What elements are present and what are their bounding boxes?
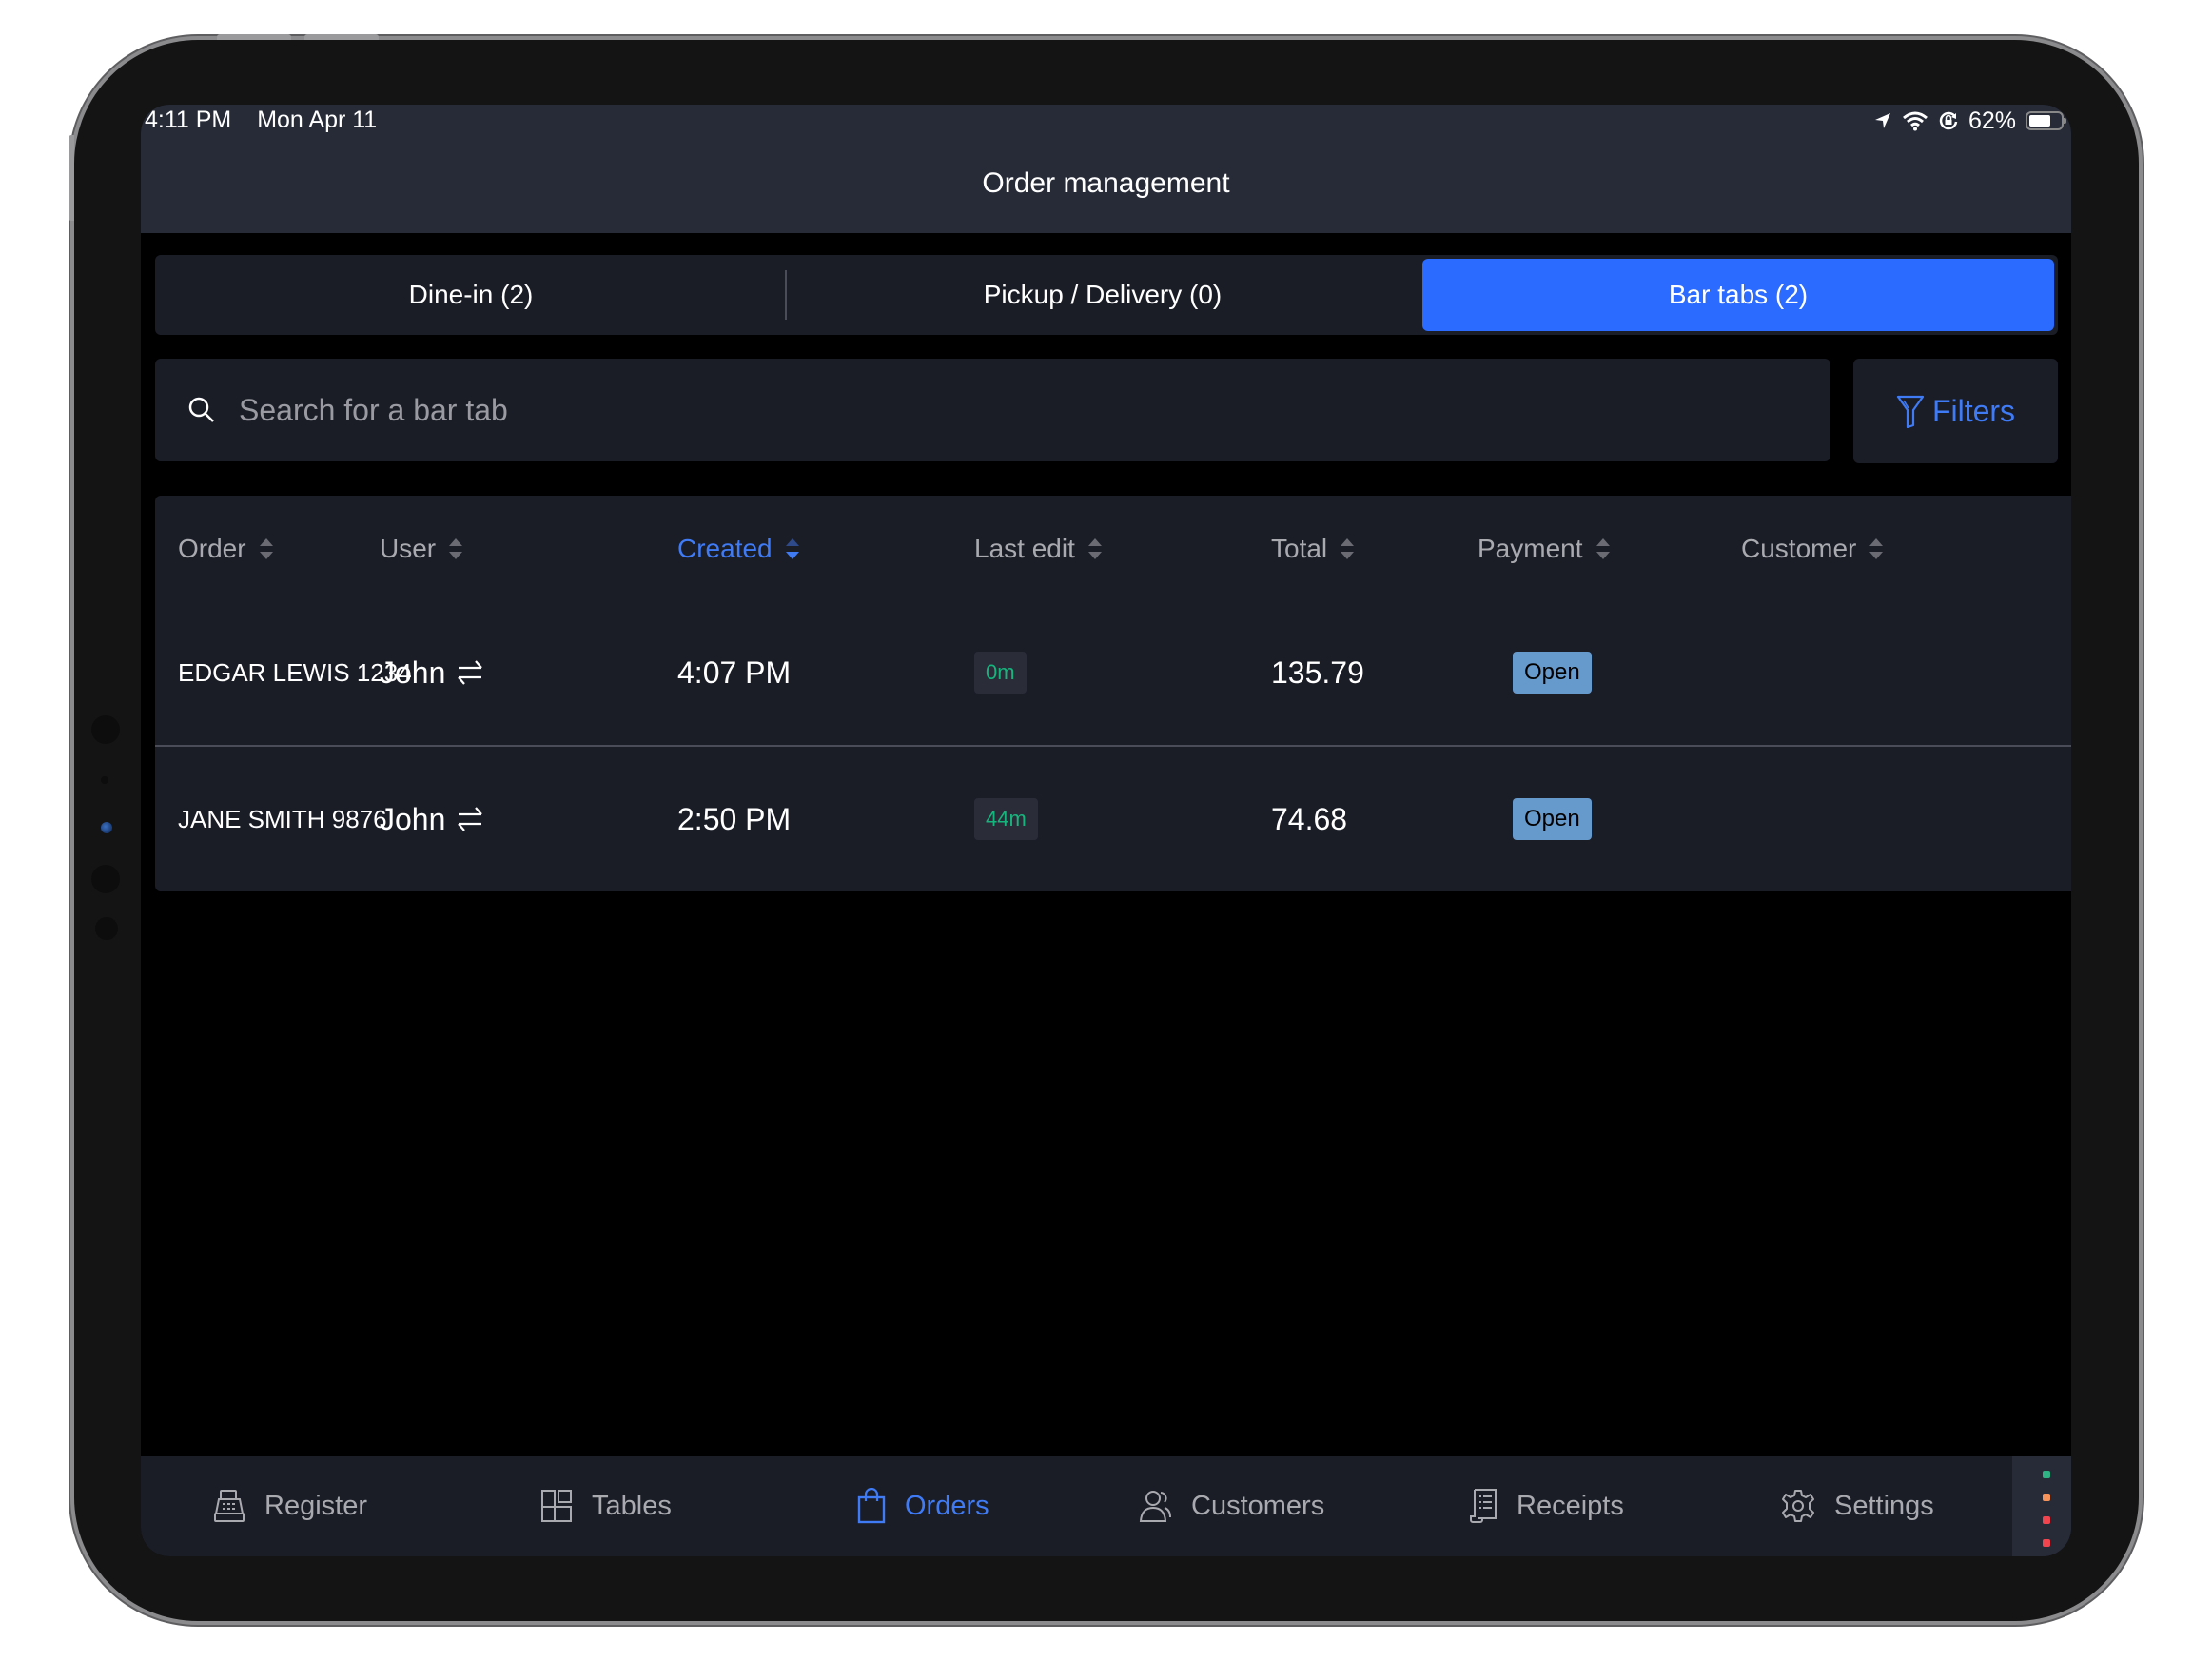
nav-receipts[interactable]: Receipts [1469,1456,1624,1556]
sort-descending-icon [785,538,799,559]
created-time: 2:50 PM [677,801,792,836]
nav-label: Receipts [1517,1490,1624,1521]
sort-icon [1087,538,1102,559]
column-label: Last edit [974,534,1075,563]
order-total: 74.68 [1271,801,1348,836]
nav-label: Settings [1834,1490,1934,1521]
status-indicator-green [2043,1471,2050,1478]
sort-icon [1341,538,1355,559]
sensor [95,917,118,940]
search-icon [188,397,214,422]
page-title: Order management [982,167,1230,199]
funnel-icon [1896,395,1925,428]
filters-button[interactable]: Filters [1853,359,2058,463]
sensor [91,715,120,744]
user-cell: John [380,600,485,745]
sensor [91,865,120,893]
table-row[interactable]: JANE SMITH 9876 John 2:50 PM 44m 74.68 O… [155,747,2071,891]
created-time: 4:07 PM [677,655,792,690]
column-header-payment[interactable]: Payment [1478,534,1610,564]
status-indicator-red [2043,1539,2050,1547]
location-arrow-icon [1874,113,1890,128]
payment-cell: Open [1513,747,1592,891]
nav-label: Orders [905,1490,989,1521]
top-button-1 [217,34,291,40]
order-total: 135.79 [1271,655,1364,690]
column-label: Payment [1478,534,1583,563]
payment-status-badge: Open [1513,798,1592,840]
bottom-navigation: Register Tables Orders Customers Receipt… [141,1456,2071,1556]
column-header-created[interactable]: Created [677,534,799,564]
rotation-lock-icon [1939,111,1958,130]
column-header-customer[interactable]: Customer [1741,534,1884,564]
nav-label: Customers [1191,1490,1325,1521]
last-edit-badge: 0m [974,652,1027,694]
user-name: John [380,801,446,836]
nav-customers[interactable]: Customers [1138,1456,1324,1556]
status-indicator-red [2043,1516,2050,1524]
tab-bar-tabs[interactable]: Bar tabs (2) [1422,259,2054,331]
column-header-last-edit[interactable]: Last edit [974,534,1102,564]
sort-icon [1869,538,1884,559]
column-header-order[interactable]: Order [178,534,273,564]
status-date: Mon Apr 11 [257,107,378,133]
table-row[interactable]: EDGAR LEWIS 1234 John 4:07 PM 0m 135.79 … [155,600,2071,747]
status-bar-right: 62% [1873,107,2066,135]
sort-icon [449,538,463,559]
column-header-total[interactable]: Total [1271,534,1355,564]
app-header: 4:11 PM Mon Apr 11 62% Order management [141,105,2071,233]
tables-grid-icon [541,1490,572,1522]
filters-label: Filters [1931,393,2016,428]
nav-register[interactable]: Register [213,1456,367,1556]
last-edit-cell: 0m [974,600,1027,745]
status-indicator-strip [2012,1456,2071,1556]
user-name: John [380,655,446,690]
search-input[interactable] [237,391,1668,429]
sensor [101,776,108,784]
nav-label: Tables [592,1490,672,1521]
battery-percent: 62% [1967,107,2016,134]
order-name: EDGAR LEWIS 1234 [178,657,412,687]
front-camera [101,822,112,833]
payment-status-badge: Open [1513,652,1592,694]
receipt-icon [1470,1489,1497,1523]
order-type-tabs: Dine-in (2) Pickup / Delivery (0) Bar ta… [155,255,2058,335]
nav-orders[interactable]: Orders [857,1456,989,1556]
tab-dine-in[interactable]: Dine-in (2) [155,255,787,335]
status-bar-left: 4:11 PM Mon Apr 11 [145,105,377,135]
sort-icon [259,538,273,559]
gear-icon [1782,1490,1814,1522]
column-label: Order [178,534,246,563]
bar-tabs-table: Order User Created Last edit Total Payme… [155,496,2071,891]
side-button [69,135,74,221]
battery-icon [2026,111,2066,130]
column-label: Total [1271,534,1328,563]
screen: 4:11 PM Mon Apr 11 62% Order management … [141,105,2071,1556]
customers-icon [1139,1491,1171,1522]
transfer-icon[interactable] [455,657,485,688]
column-label: User [380,534,437,563]
order-name: JANE SMITH 9876 [178,804,387,833]
table-header: Order User Created Last edit Total Payme… [155,496,2071,610]
nav-settings[interactable]: Settings [1781,1456,1934,1556]
search-bar [155,359,1830,461]
last-edit-badge: 44m [974,798,1038,840]
payment-cell: Open [1513,600,1592,745]
tab-pickup-delivery[interactable]: Pickup / Delivery (0) [787,255,1419,335]
shopping-bag-icon [857,1488,886,1524]
nav-label: Register [264,1490,367,1521]
top-button-2 [304,34,379,40]
column-label: Customer [1741,534,1857,563]
status-indicator-orange [2043,1494,2050,1501]
column-header-user[interactable]: User [380,534,463,564]
column-label: Created [677,534,773,563]
cash-register-icon [214,1490,245,1522]
wifi-icon [1902,111,1928,131]
nav-tables[interactable]: Tables [540,1456,672,1556]
status-time: 4:11 PM [145,107,232,133]
transfer-icon[interactable] [455,804,485,834]
user-cell: John [380,747,485,891]
last-edit-cell: 44m [974,747,1038,891]
sort-icon [1595,538,1610,559]
